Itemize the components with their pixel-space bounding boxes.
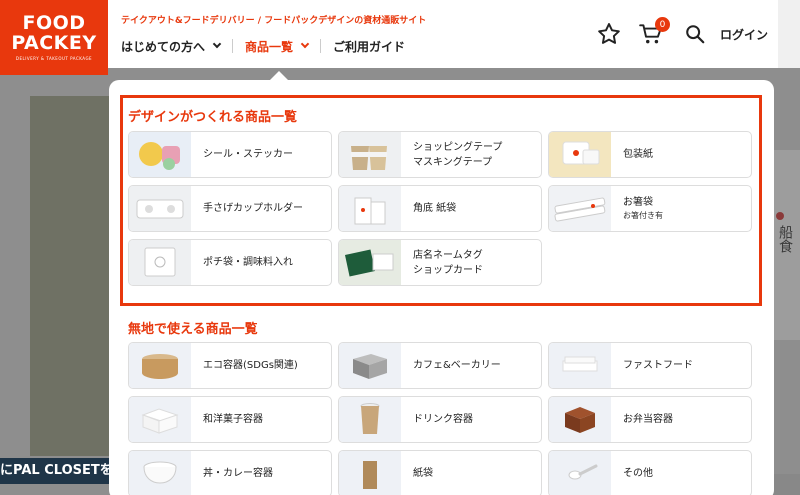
login-link[interactable]: ログイン [720,26,768,43]
nav-item-products[interactable]: 商品一覧 [245,38,310,55]
product-thumbnail [339,240,401,285]
menu-item-bento-containers[interactable]: お弁当容器 [548,396,752,443]
menu-item-label: お箸袋 お箸付き有 [623,197,663,220]
plain-section-title: 無地で使える商品一覧 [128,322,258,337]
header-edge [778,0,800,68]
menu-item-label: 手さげカップホルダー [203,203,303,214]
product-thumbnail [129,397,191,442]
menu-item-name-tag[interactable]: 店名ネームタグ ショップカード [338,239,542,286]
menu-item-confectionery[interactable]: 和洋菓子容器 [128,396,332,443]
favorite-button[interactable] [594,19,624,49]
background-banner: にPAL CLOSETを [0,458,110,484]
design-section-title: デザインがつくれる商品一覧 [128,110,298,125]
menu-item-label: ファストフード [623,360,693,371]
menu-item-label: ショッピングテープ マスキングテープ [413,141,503,168]
menu-item-label: シール・ステッカー [203,149,293,160]
nav-divider [320,39,322,53]
menu-item-cup-holder[interactable]: 手さげカップホルダー [128,185,332,232]
menu-item-label: 包装紙 [623,149,653,160]
products-dropdown: デザインがつくれる商品一覧 シール・ステッカー ショッピングテープ マスキングテー… [109,80,774,495]
menu-item-bowl-curry[interactable]: 丼・カレー容器 [128,450,332,495]
product-thumbnail [339,451,401,495]
main-nav: はじめての方へ 商品一覧 ご利用ガイド [121,37,405,55]
menu-item-shopping-tape[interactable]: ショッピングテープ マスキングテープ [338,131,542,178]
menu-item-eco-containers[interactable]: エコ容器(SDGs関連) [128,342,332,389]
product-thumbnail [129,186,191,231]
nav-item-first-time[interactable]: はじめての方へ [121,38,222,55]
cart-count-badge: 0 [654,17,670,32]
menu-item-wrapping-paper[interactable]: 包装紙 [548,131,752,178]
header-actions: 0 ログイン [594,0,800,68]
menu-item-label: エコ容器(SDGs関連) [203,360,298,371]
product-thumbnail [339,343,401,388]
cart-button[interactable]: 0 [636,17,670,49]
product-thumbnail [549,451,611,495]
chevron-down-icon [300,39,310,49]
product-thumbnail [129,132,191,177]
product-thumbnail [339,132,401,177]
menu-item-pouch-condiment[interactable]: ポチ袋・調味料入れ [128,239,332,286]
menu-item-label: その他 [623,468,653,479]
menu-item-label: 和洋菓子容器 [203,414,263,425]
product-thumbnail [339,186,401,231]
logo-text-line1: FOOD [22,12,86,34]
search-icon [686,25,705,44]
search-button[interactable] [680,19,710,49]
nav-item-guide[interactable]: ご利用ガイド [333,38,405,55]
product-thumbnail [129,451,191,495]
product-thumbnail [549,132,611,177]
header-tagline: テイクアウト&フードデリバリー / フードパックデザインの資材通販サイト [121,16,427,26]
menu-item-cafe-bakery[interactable]: カフェ&ベーカリー [338,342,542,389]
menu-item-fast-food[interactable]: ファストフード [548,342,752,389]
nav-item-label: 商品一覧 [245,39,294,54]
menu-item-others[interactable]: その他 [548,450,752,495]
menu-item-label: 角底 紙袋 [413,203,457,214]
background-decoration [776,212,784,220]
star-icon [598,23,620,44]
product-thumbnail [549,397,611,442]
menu-item-label: ドリンク容器 [413,414,473,425]
menu-item-label: カフェ&ベーカリー [413,360,501,371]
product-thumbnail [549,343,611,388]
product-thumbnail [549,186,611,231]
product-thumbnail [129,240,191,285]
nav-item-label: ご利用ガイド [333,39,406,54]
background-hero-image [30,96,110,456]
background-side-text: 船食 [777,225,793,253]
menu-item-label: ポチ袋・調味料入れ [203,257,293,268]
menu-item-chopstick-bag[interactable]: お箸袋 お箸付き有 [548,185,752,232]
menu-item-drink-containers[interactable]: ドリンク容器 [338,396,542,443]
menu-item-label: 丼・カレー容器 [203,468,273,479]
chevron-down-icon [212,39,222,49]
menu-item-label: 店名ネームタグ ショップカード [413,249,483,276]
logo-text-line2: PACKEY [11,32,97,54]
menu-item-label: お弁当容器 [623,414,673,425]
product-thumbnail [339,397,401,442]
product-thumbnail [129,343,191,388]
menu-item-stickers[interactable]: シール・ステッカー [128,131,332,178]
menu-item-label: 紙袋 [413,468,433,479]
menu-item-paper-bag[interactable]: 角底 紙袋 [338,185,542,232]
nav-divider [232,39,234,53]
nav-item-label: はじめての方へ [121,39,206,54]
site-logo[interactable]: FOOD PACKEY DELIVERY & TAKEOUT PACKAGE [0,0,108,75]
logo-tagline: DELIVERY & TAKEOUT PACKAGE [15,56,93,61]
site-header: テイクアウト&フードデリバリー / フードパックデザインの資材通販サイト はじめ… [0,0,800,68]
menu-item-paper-bags[interactable]: 紙袋 [338,450,542,495]
